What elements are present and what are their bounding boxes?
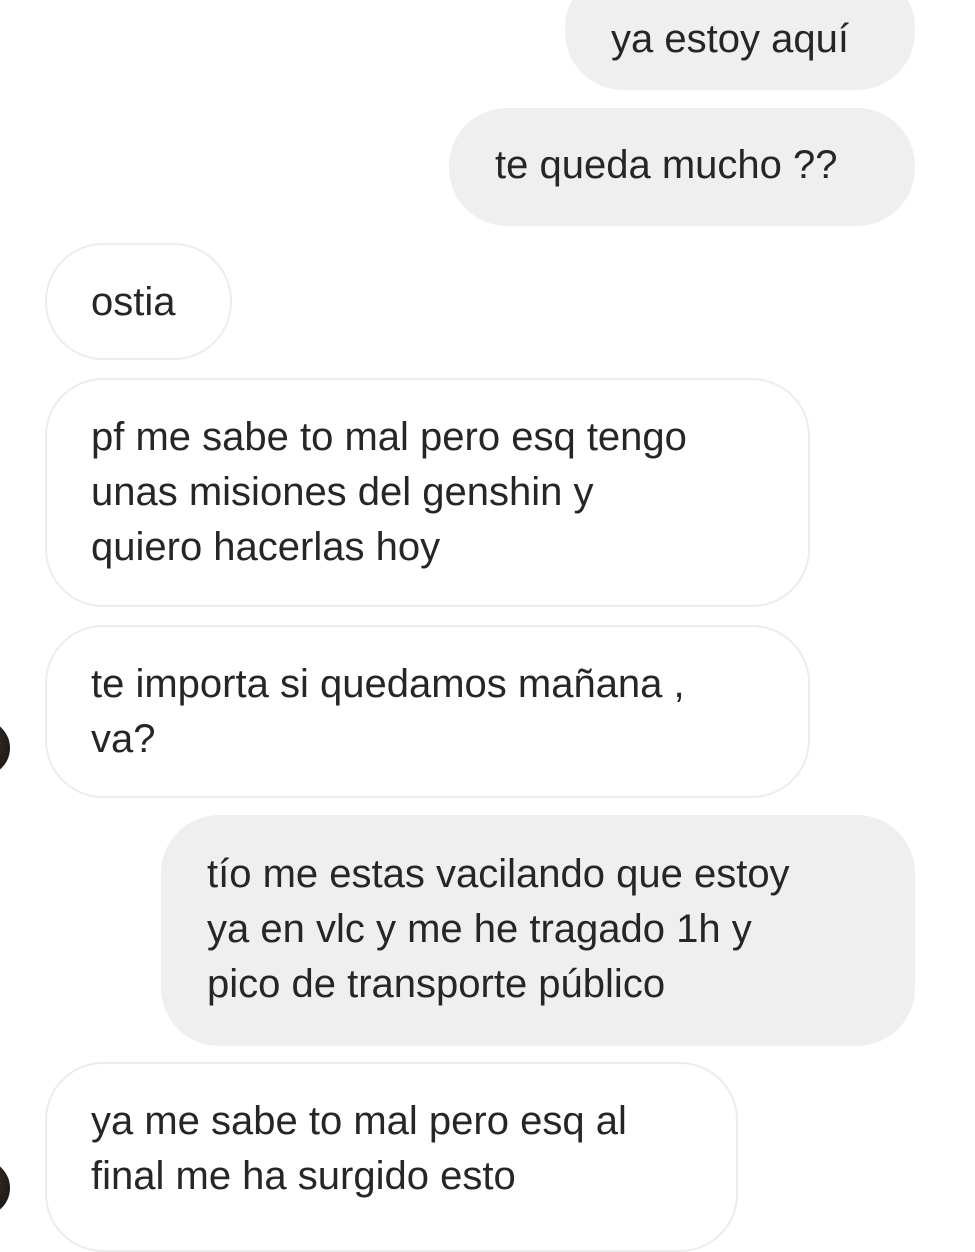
message-text: tío me estas vacilando que estoy (207, 852, 790, 896)
message-text: ya estoy aquí (611, 17, 849, 61)
message-text: quiero hacerlas hoy (91, 525, 441, 569)
message-text: ya me sabe to mal pero esq al (91, 1099, 627, 1143)
message-bubble-outgoing[interactable]: ya estoy aquí (565, 0, 915, 90)
sender-avatar[interactable] (0, 720, 10, 776)
sender-avatar[interactable] (0, 1160, 10, 1216)
message-text: ya en vlc y me he tragado 1h y (207, 907, 752, 951)
message-text: final me ha surgido esto (91, 1154, 516, 1198)
message-text: va? (91, 717, 156, 761)
message-bubble-outgoing[interactable]: tío me estas vacilando que estoy ya en v… (161, 815, 915, 1046)
message-text: pf me sabe to mal pero esq tengo (91, 415, 687, 459)
message-text: pico de transporte público (207, 962, 666, 1006)
message-bubble-incoming[interactable]: ya me sabe to mal pero esq al final me h… (45, 1062, 738, 1252)
message-bubble-incoming[interactable]: ostia (45, 243, 232, 360)
message-bubble-incoming[interactable]: pf me sabe to mal pero esq tengo unas mi… (45, 378, 810, 607)
message-bubble-outgoing[interactable]: te queda mucho ?? (449, 108, 915, 226)
message-text: ostia (91, 280, 176, 324)
message-text: unas misiones del genshin y (91, 470, 594, 514)
message-text: te queda mucho ?? (495, 143, 838, 187)
message-text: te importa si quedamos mañana , (91, 662, 685, 706)
message-bubble-incoming[interactable]: te importa si quedamos mañana , va? (45, 625, 810, 798)
